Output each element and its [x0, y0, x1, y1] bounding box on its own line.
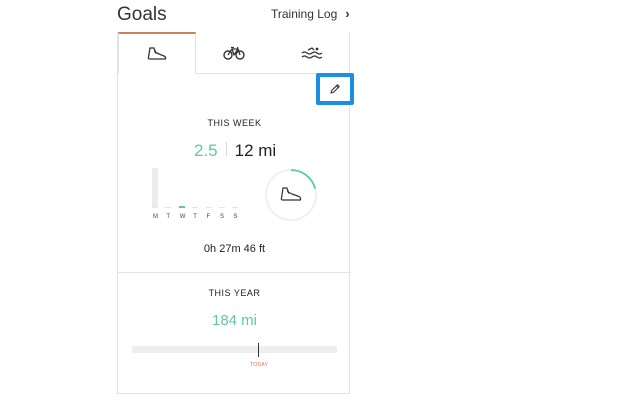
tab-swim[interactable]: [273, 32, 351, 74]
divider: [225, 142, 227, 156]
goals-card: THIS WEEK 2.5 12 mi M T W T F S S 0h 27m 46 ft…: [117, 32, 354, 394]
day-label: S: [233, 214, 238, 220]
pencil-icon: [330, 84, 340, 94]
day-label: T: [193, 214, 197, 220]
bar-track: [152, 168, 158, 208]
goal-distance: 12 mi: [234, 141, 277, 160]
bike-icon: [223, 46, 246, 60]
chevron-right-icon: ›: [345, 6, 350, 21]
yearly-progress-bar: [132, 346, 337, 353]
day-label: S: [220, 214, 225, 220]
day-bar: [178, 206, 185, 208]
weekly-distance: 2.5 12 mi: [194, 141, 276, 161]
training-log-link[interactable]: Training Log ›: [271, 6, 350, 21]
weekly-duration: 0h 27m 46 ft: [203, 243, 266, 255]
tab-ride[interactable]: [195, 32, 274, 74]
ring-progress-arc: [290, 169, 317, 190]
day-labels: MTWTFSS: [152, 214, 248, 224]
this-year-label: THIS YEAR: [208, 288, 261, 298]
weekly-progress-ring: [265, 169, 317, 221]
section-divider: [118, 272, 351, 273]
current-distance: 2.5: [194, 141, 218, 160]
training-log-label: Training Log: [271, 6, 338, 21]
day-bar: [165, 207, 172, 208]
tab-run[interactable]: [118, 32, 196, 74]
today-marker: [258, 343, 259, 357]
shoe-icon: [280, 187, 302, 201]
page-title: Goals: [117, 4, 167, 25]
day-label: T: [166, 214, 171, 220]
edit-goals-button[interactable]: [316, 73, 354, 105]
day-bar: [205, 207, 212, 208]
swim-icon: [301, 46, 323, 59]
today-label: TODAY: [250, 362, 269, 368]
shoe-icon: [147, 46, 167, 60]
sport-tabs: [118, 32, 351, 74]
day-bar: [232, 207, 239, 208]
yearly-distance: 184 mi: [211, 312, 258, 329]
day-label: F: [206, 214, 211, 220]
day-bar: [152, 207, 158, 208]
daily-bar-chart: [152, 168, 242, 208]
this-week-label: THIS WEEK: [207, 118, 262, 128]
day-bar: [219, 207, 225, 208]
day-label: W: [179, 214, 186, 220]
day-bar: [192, 207, 199, 208]
day-label: M: [153, 214, 158, 220]
